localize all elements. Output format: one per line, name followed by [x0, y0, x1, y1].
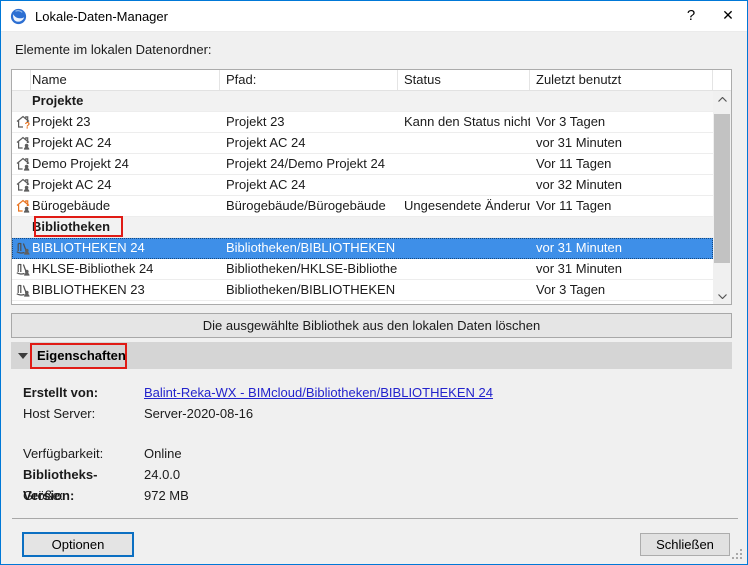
close-icon[interactable]: ✕ — [709, 1, 747, 30]
library-user-icon — [15, 240, 31, 256]
column-header-zuletzt-benutzt[interactable]: Zuletzt benutzt — [530, 70, 713, 90]
library-user-icon — [15, 261, 31, 277]
row-path: Projekt 23 — [220, 112, 398, 132]
table-row[interactable]: Projekt AC 24 Projekt AC 24 vor 31 Minut… — [12, 133, 713, 154]
row-status — [398, 154, 530, 174]
row-path: Projekt AC 24 — [220, 175, 398, 195]
property-label: Erstellt von: — [23, 382, 144, 403]
column-header-pfad[interactable]: Pfad: — [220, 70, 398, 90]
row-name: Demo Projekt 24 — [31, 154, 220, 174]
properties-list: Erstellt von: Balint-Reka-WX - BIMcloud/… — [23, 382, 723, 506]
scroll-down-icon[interactable] — [713, 288, 731, 304]
row-name: Projekt 23 — [31, 112, 220, 132]
row-status — [398, 238, 530, 258]
schliessen-button[interactable]: Schließen — [640, 533, 730, 556]
table-group-row[interactable]: Projekte — [12, 91, 713, 112]
row-path: Bürogebäude/Bürogebäude — [220, 196, 398, 216]
project-user-orange-icon — [15, 198, 31, 214]
row-name: Projekt AC 24 — [31, 175, 220, 195]
project-user-icon — [15, 135, 31, 151]
list-label: Elemente im lokalen Datenordner: — [15, 42, 212, 57]
library-user-icon — [15, 282, 31, 298]
row-path: Bibliotheken/BIBLIOTHEKEN 23 — [220, 280, 398, 300]
scroll-up-icon[interactable] — [713, 91, 731, 107]
row-status: Ungesendete Änderun... — [398, 196, 530, 216]
row-last-used: Vor 3 Tagen — [530, 280, 713, 300]
row-last-used: Vor 3 Tagen — [530, 112, 713, 132]
table-row[interactable]: Projekt AC 24 Projekt AC 24 vor 32 Minut… — [12, 175, 713, 196]
table-row[interactable]: ? Projekt 23 Projekt 23 Kann den Status … — [12, 112, 713, 133]
window-title: Lokale-Daten-Manager — [35, 9, 168, 24]
row-status — [398, 133, 530, 153]
group-label: Bibliotheken — [32, 219, 110, 234]
local-items-table: Name Pfad: Status Zuletzt benutzt Projek… — [11, 69, 732, 305]
bimcloud-app-icon — [10, 8, 27, 25]
help-button[interactable]: ? — [673, 1, 709, 30]
property-row: Erstellt von: Balint-Reka-WX - BIMcloud/… — [23, 382, 723, 403]
properties-header-label: Eigenschaften — [37, 348, 126, 363]
delete-selected-library-button[interactable]: Die ausgewählte Bibliothek aus den lokal… — [11, 313, 732, 338]
row-name: BIBLIOTHEKEN 23 — [31, 280, 220, 300]
table-row[interactable]: BIBLIOTHEKEN 23 Bibliotheken/BIBLIOTHEKE… — [12, 280, 713, 301]
row-path: Bibliotheken/HKLSE-Bibliothek 24 — [220, 259, 398, 279]
vertical-scrollbar[interactable] — [713, 91, 731, 304]
table-header: Name Pfad: Status Zuletzt benutzt — [12, 70, 731, 91]
column-header-icon — [12, 70, 31, 90]
property-value: Online — [144, 443, 723, 464]
row-last-used: Vor 11 Tagen — [530, 196, 713, 216]
table-row[interactable]: Demo Projekt 24 Projekt 24/Demo Projekt … — [12, 154, 713, 175]
title-bar[interactable]: Lokale-Daten-Manager ? ✕ — [1, 1, 747, 32]
footer-separator — [12, 518, 738, 519]
table-row[interactable]: Bürogebäude Bürogebäude/Bürogebäude Unge… — [12, 196, 713, 217]
row-last-used: vor 31 Minuten — [530, 259, 713, 279]
column-header-status[interactable]: Status — [398, 70, 530, 90]
project-question-icon: ? — [15, 114, 31, 130]
property-row: Verfügbarkeit: Online — [23, 443, 723, 464]
row-path: Projekt AC 24 — [220, 133, 398, 153]
lokale-daten-manager-dialog: Lokale-Daten-Manager ? ✕ Elemente im lok… — [0, 0, 748, 565]
options-button[interactable]: Optionen — [22, 532, 134, 557]
project-user-icon — [15, 177, 31, 193]
property-value-link[interactable]: Balint-Reka-WX - BIMcloud/Bibliotheken/B… — [144, 382, 723, 403]
property-value: 972 MB — [144, 485, 723, 506]
svg-text:?: ? — [25, 120, 31, 130]
property-value: Server-2020-08-16 — [144, 403, 723, 424]
row-status — [398, 259, 530, 279]
row-path: Bibliotheken/BIBLIOTHEKEN 24 — [220, 238, 398, 258]
row-last-used: Vor 11 Tagen — [530, 154, 713, 174]
properties-section-header[interactable]: Eigenschaften — [11, 342, 732, 369]
property-value: 24.0.0 — [144, 464, 723, 485]
table-row[interactable]: HKLSE-Bibliothek 24 Bibliotheken/HKLSE-B… — [12, 259, 713, 280]
property-row: Größe: 972 MB — [23, 485, 723, 506]
column-header-filler — [713, 70, 731, 90]
property-row: Bibliotheks-Version: 24.0.0 — [23, 464, 723, 485]
property-label: Größe: — [23, 485, 144, 506]
row-status — [398, 280, 530, 300]
row-last-used: vor 31 Minuten — [530, 238, 713, 258]
property-row: Host Server: Server-2020-08-16 — [23, 403, 723, 424]
property-label: Verfügbarkeit: — [23, 443, 144, 464]
project-user-icon — [15, 156, 31, 172]
property-label: Host Server: — [23, 403, 144, 424]
row-status: Kann den Status nicht ... — [398, 112, 530, 132]
row-status — [398, 175, 530, 195]
row-name: HKLSE-Bibliothek 24 — [31, 259, 220, 279]
row-name: BIBLIOTHEKEN 24 — [31, 238, 220, 258]
property-label: Bibliotheks-Version: — [23, 464, 144, 485]
table-body: Projekte ? Projekt 23 Projekt 23 Kann de… — [12, 91, 713, 304]
table-row[interactable]: BIBLIOTHEKEN 24 Bibliotheken/BIBLIOTHEKE… — [12, 238, 713, 259]
scrollbar-thumb[interactable] — [714, 114, 730, 263]
row-last-used: vor 31 Minuten — [530, 133, 713, 153]
column-header-name[interactable]: Name — [31, 70, 220, 90]
row-path: Projekt 24/Demo Projekt 24 — [220, 154, 398, 174]
group-label: Projekte — [32, 93, 83, 108]
resize-grip[interactable] — [731, 548, 743, 560]
row-name: Projekt AC 24 — [31, 133, 220, 153]
table-group-row[interactable]: Bibliotheken — [12, 217, 713, 238]
row-name: Bürogebäude — [31, 196, 220, 216]
row-last-used: vor 32 Minuten — [530, 175, 713, 195]
disclosure-triangle-icon — [18, 353, 28, 359]
